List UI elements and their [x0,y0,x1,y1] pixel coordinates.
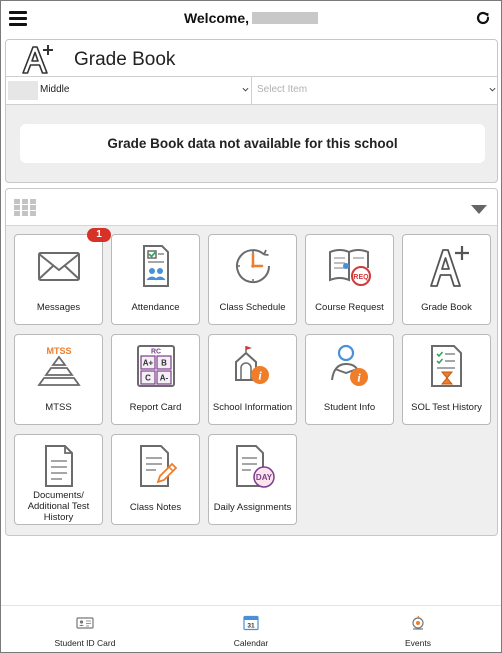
grade-a-plus-icon [22,45,53,74]
tile-label: Class Schedule [219,302,286,313]
item-select-placeholder: Select Item [257,84,308,95]
tile-label: MTSS [45,402,72,413]
gradebook-selectors: Middle Select Item [6,77,497,105]
tile-label: Class Notes [129,502,182,513]
chevron-down-icon [489,87,496,92]
nav-calendar[interactable]: 31 Calendar [191,606,311,653]
collapse-triangle-icon[interactable] [471,205,487,214]
notes-pencil-icon [139,445,177,487]
id-card-icon [76,617,94,629]
gradebook-panel: Grade Book Middle Select Item Grade Book… [5,39,498,183]
mtss-pyramid-icon: MTSS [36,346,81,386]
refresh-icon[interactable] [475,10,491,26]
tile-documents-additional-test-history[interactable]: Documents/ Additional Test History [14,434,103,525]
svg-text:B: B [161,359,167,368]
gradebook-unavailable-notice: Grade Book data not available for this s… [20,124,485,163]
clock-icon [235,249,270,284]
svg-text:DAY: DAY [255,473,272,482]
tile-class-schedule[interactable]: Class Schedule [208,234,297,325]
school-select[interactable]: Middle [6,77,252,105]
grid-view-icon[interactable] [14,199,36,216]
nav-student-id-card[interactable]: Student ID Card [25,606,145,653]
gradebook-header: Grade Book [6,40,497,77]
tile-grade-book[interactable]: Grade Book [402,234,491,325]
events-icon [412,615,424,630]
school-select-value: Middle [40,84,70,95]
svg-text:A+: A+ [142,359,153,368]
tile-label: School Information [212,402,293,413]
grade-a-plus-icon [429,246,469,287]
calendar-icon: 31 [243,615,259,631]
svg-text:REQ: REQ [353,274,369,281]
course-request-book-icon: REQ [328,249,371,286]
tile-label: Messages [36,302,81,313]
envelope-icon [37,252,80,281]
tile-school-information[interactable]: i School Information [208,334,297,425]
welcome-label: Welcome, [183,10,250,26]
gradebook-title: Grade Book [74,49,176,70]
calendar-icon-day: 31 [247,623,255,630]
attendance-clipboard-icon [142,245,169,287]
report-card-icon: RC A+ B C A- [136,345,175,387]
tile-student-info[interactable]: i Student Info [305,334,394,425]
tile-sol-test-history[interactable]: SOL Test History [402,334,491,425]
tile-label: Student Info [323,402,376,413]
svg-text:A-: A- [159,374,168,383]
welcome-text: Welcome, [1,10,501,26]
student-info-icon: i [330,344,368,386]
svg-text:C: C [145,374,151,383]
tile-label: Attendance [131,302,180,313]
nav-label: Calendar [233,638,269,648]
school-select-swatch [8,81,38,100]
nav-label: Events [405,638,431,648]
tile-course-request[interactable]: REQ Course Request [305,234,394,325]
tile-label: SOL Test History [411,402,482,413]
bottom-navigation: Student ID Card 31 Calendar Events [1,605,501,652]
tile-label: Course Request [315,302,384,313]
tile-messages[interactable]: Messages [14,234,103,325]
item-select[interactable]: Select Item [253,77,497,105]
chevron-down-icon [242,87,249,92]
tile-mtss[interactable]: MTSS MTSS [14,334,103,425]
tile-label: Report Card [129,402,182,413]
tile-label: Documents/ Additional Test History [27,490,90,523]
document-icon [44,445,73,487]
test-history-icon [430,345,462,387]
svg-text:RC: RC [150,349,160,356]
svg-text:MTSS: MTSS [46,346,71,356]
nav-events[interactable]: Events [358,606,478,653]
tile-label: Daily Assignments [213,502,292,513]
top-header: Welcome, [1,1,501,37]
messages-unread-badge: 1 [87,228,111,242]
redacted-name [252,12,319,24]
apps-panel: 1 Messages Attendance Class Schedule REQ… [5,188,498,536]
tile-class-notes[interactable]: Class Notes [111,434,200,525]
tile-label: Grade Book [421,302,472,313]
apps-toolbar [6,189,497,226]
nav-label: Student ID Card [54,638,116,648]
school-info-icon: i [234,346,269,384]
daily-assignments-icon: DAY [235,445,275,488]
app-window: Welcome, Grade Book Middle Select Item G… [0,0,502,653]
tile-report-card[interactable]: RC A+ B C A- Report Card [111,334,200,425]
tile-attendance[interactable]: Attendance [111,234,200,325]
tile-daily-assignments[interactable]: DAY Daily Assignments [208,434,297,525]
